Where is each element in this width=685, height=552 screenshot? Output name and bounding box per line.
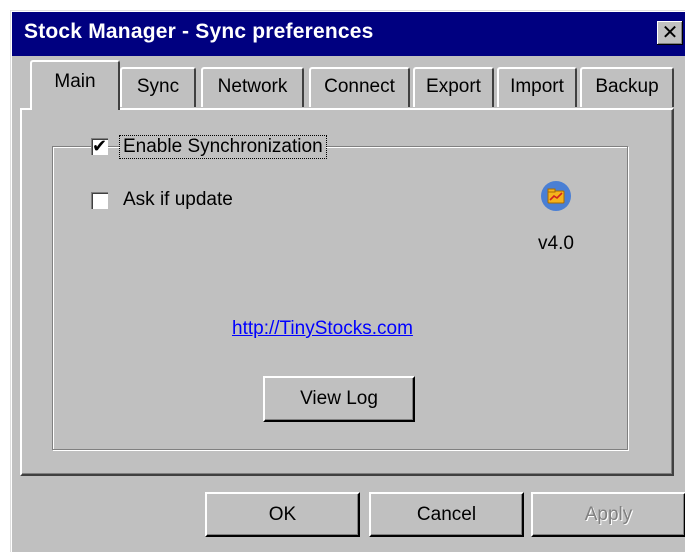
tab-label: Main — [54, 71, 96, 92]
website-link[interactable]: http://TinyStocks.com — [232, 318, 413, 340]
tab-main[interactable]: Main — [30, 60, 120, 110]
ask-update-checkbox[interactable] — [91, 192, 108, 209]
window-title: Stock Manager - Sync preferences — [24, 20, 374, 43]
folder-chart-icon — [540, 180, 572, 212]
tab-label: Sync — [136, 76, 180, 97]
ok-label: OK — [268, 504, 297, 525]
tab-label: Network — [217, 76, 288, 97]
check-icon: ✔ — [91, 136, 108, 156]
ok-button[interactable]: OK — [205, 492, 360, 537]
ask-update-label[interactable]: Ask if update — [123, 189, 233, 211]
tab-import[interactable]: Import — [497, 67, 577, 107]
apply-label: Apply — [584, 504, 633, 525]
version-label: v4.0 — [538, 233, 574, 254]
cancel-button[interactable]: Cancel — [369, 492, 524, 537]
tab-network[interactable]: Network — [201, 67, 304, 107]
enable-sync-checkbox[interactable]: ✔ — [91, 136, 108, 156]
view-log-button[interactable]: View Log — [263, 376, 415, 422]
close-button[interactable]: ✕ — [657, 21, 683, 45]
apply-button[interactable]: Apply — [531, 492, 685, 537]
tab-label: Backup — [595, 76, 659, 97]
tab-label: Export — [426, 76, 481, 97]
cancel-label: Cancel — [416, 504, 477, 525]
enable-sync-label[interactable]: Enable Synchronization — [119, 135, 327, 159]
view-log-label: View Log — [300, 388, 378, 409]
tab-label: Connect — [324, 76, 395, 97]
tab-export[interactable]: Export — [413, 67, 494, 107]
title-bar[interactable]: Stock Manager - Sync preferences ✕ — [12, 12, 685, 56]
tab-backup[interactable]: Backup — [580, 67, 674, 107]
tab-label: Import — [510, 76, 564, 97]
tab-sync[interactable]: Sync — [120, 67, 196, 107]
close-icon: ✕ — [661, 22, 679, 44]
tab-connect[interactable]: Connect — [309, 67, 410, 107]
